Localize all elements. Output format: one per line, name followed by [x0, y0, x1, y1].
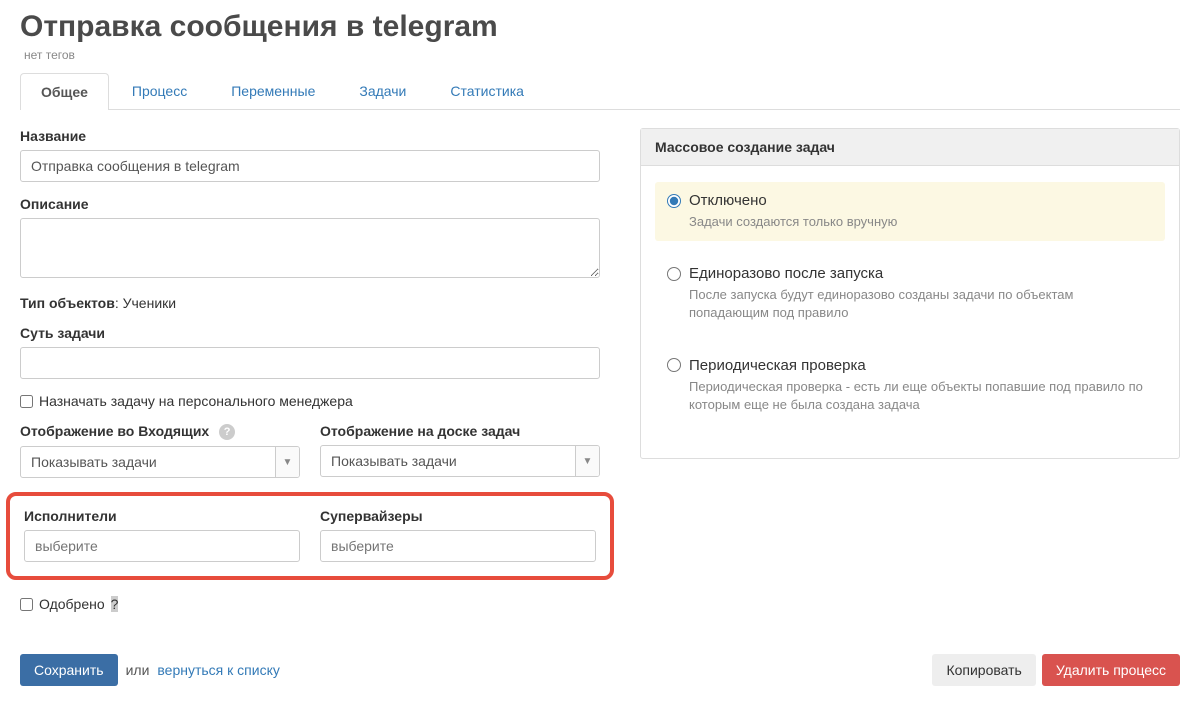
inbox-select-value: Показывать задачи [21, 447, 275, 477]
back-link[interactable]: вернуться к списку [157, 662, 279, 678]
board-label: Отображение на доске задач [320, 423, 600, 439]
save-button[interactable]: Сохранить [20, 654, 118, 686]
desc-textarea[interactable] [20, 218, 600, 278]
chevron-down-icon: ▼ [275, 447, 299, 477]
performers-label: Исполнители [24, 508, 300, 524]
tabs-bar: Общее Процесс Переменные Задачи Статисти… [20, 72, 1180, 110]
approved-checkbox[interactable] [20, 598, 33, 611]
mass-radio-once[interactable] [667, 267, 681, 281]
mass-panel-header: Массовое создание задач [641, 129, 1179, 166]
approved-label: Одобрено [39, 596, 105, 612]
board-select[interactable]: Показывать задачи ▼ [320, 445, 600, 477]
object-type-value: Ученики [123, 295, 176, 311]
supervisors-input[interactable] [320, 530, 596, 562]
mass-panel: Массовое создание задач Отключено Задачи… [640, 128, 1180, 459]
copy-button[interactable]: Копировать [932, 654, 1035, 686]
inbox-select[interactable]: Показывать задачи ▼ [20, 446, 300, 478]
help-icon[interactable]: ? [111, 596, 119, 612]
performers-input[interactable] [24, 530, 300, 562]
object-type-row: Тип объектов: Ученики [20, 295, 600, 311]
assign-personal-checkbox[interactable] [20, 395, 33, 408]
mass-radio-disabled[interactable] [667, 194, 681, 208]
mass-title-disabled: Отключено [689, 192, 767, 209]
highlight-box: Исполнители Супервайзеры [6, 492, 614, 580]
mass-title-once: Единоразово после запуска [689, 265, 883, 282]
tab-tasks[interactable]: Задачи [338, 72, 427, 109]
mass-option-periodic[interactable]: Периодическая проверка Периодическая про… [655, 347, 1165, 424]
mass-title-periodic: Периодическая проверка [689, 357, 866, 374]
chevron-down-icon: ▼ [575, 446, 599, 476]
desc-label: Описание [20, 196, 600, 212]
name-label: Название [20, 128, 600, 144]
mass-desc-once: После запуска будут единоразово созданы … [689, 286, 1153, 322]
tab-statistics[interactable]: Статистика [429, 72, 545, 109]
mass-radio-periodic[interactable] [667, 358, 681, 372]
mass-option-disabled[interactable]: Отключено Задачи создаются только вручну… [655, 182, 1165, 241]
tab-process[interactable]: Процесс [111, 72, 208, 109]
tab-general[interactable]: Общее [20, 73, 109, 110]
help-icon[interactable]: ? [219, 424, 235, 440]
assign-personal-label: Назначать задачу на персонального менедж… [39, 393, 353, 409]
no-tags-label: нет тегов [24, 48, 1180, 62]
or-text: или [126, 662, 150, 678]
essence-input[interactable] [20, 347, 600, 379]
mass-desc-periodic: Периодическая проверка - есть ли еще объ… [689, 378, 1153, 414]
inbox-label: Отображение во Входящих ? [20, 423, 300, 440]
mass-option-once[interactable]: Единоразово после запуска После запуска … [655, 255, 1165, 332]
mass-desc-disabled: Задачи создаются только вручную [689, 213, 1153, 231]
tab-variables[interactable]: Переменные [210, 72, 336, 109]
supervisors-label: Супервайзеры [320, 508, 596, 524]
name-input[interactable] [20, 150, 600, 182]
delete-button[interactable]: Удалить процесс [1042, 654, 1180, 686]
board-select-value: Показывать задачи [321, 446, 575, 476]
page-title: Отправка сообщения в telegram [20, 10, 1180, 44]
essence-label: Суть задачи [20, 325, 600, 341]
object-type-label: Тип объектов [20, 295, 115, 311]
